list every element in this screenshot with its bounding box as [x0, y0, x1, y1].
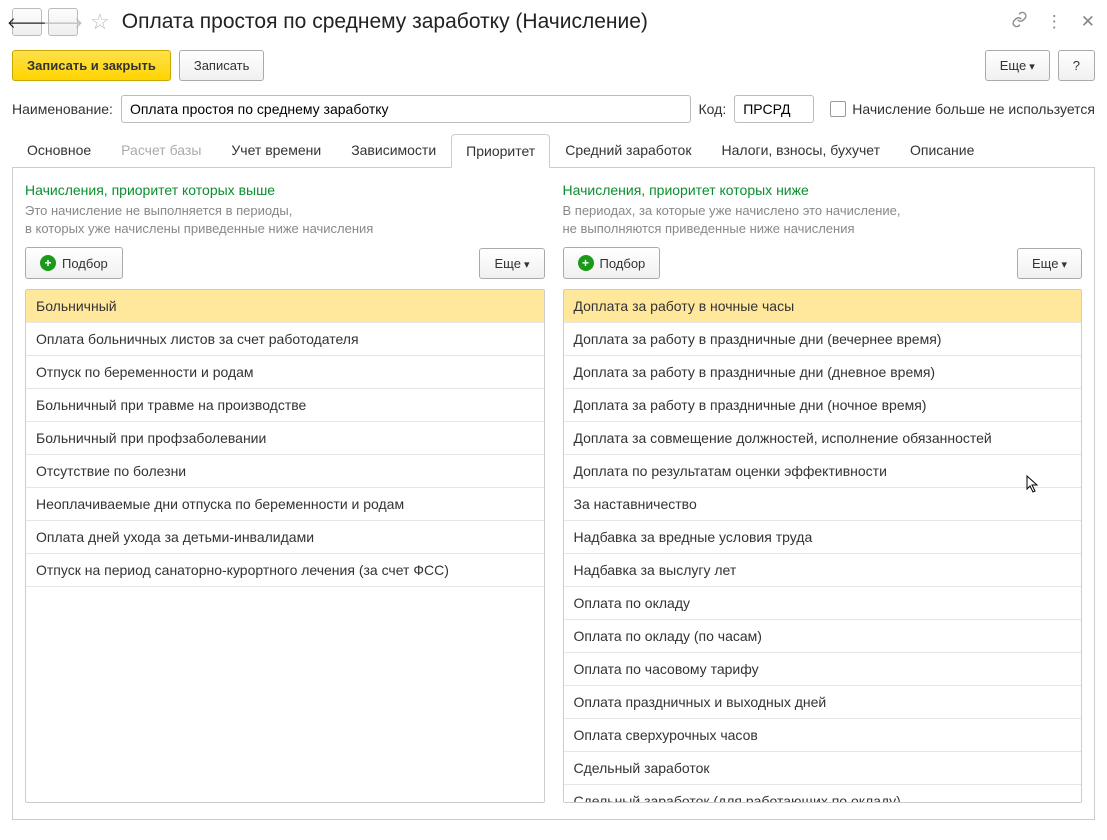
tab-6[interactable]: Налоги, взносы, бухучет: [706, 133, 895, 167]
not-used-label: Начисление больше не используется: [852, 101, 1095, 117]
page-title: Оплата простоя по среднему заработку (На…: [122, 10, 1005, 34]
list-item[interactable]: Оплата праздничных и выходных дней: [564, 686, 1082, 719]
list-item[interactable]: Оплата по часовому тарифу: [564, 653, 1082, 686]
form-row-name: Наименование: Код: Начисление больше не …: [12, 95, 1095, 133]
lower-section-title: Начисления, приоритет которых ниже: [563, 182, 1083, 198]
code-label: Код:: [699, 101, 727, 117]
main-toolbar: Записать и закрыть Записать Еще ?: [12, 46, 1095, 95]
lower-priority-column: Начисления, приоритет которых ниже В пер…: [563, 182, 1083, 803]
list-item[interactable]: Оплата по окладу (по часам): [564, 620, 1082, 653]
list-item[interactable]: Надбавка за выслугу лет: [564, 554, 1082, 587]
list-item[interactable]: Отсутствие по болезни: [26, 455, 544, 488]
higher-selection-button[interactable]: + Подбор: [25, 247, 123, 279]
list-item[interactable]: Оплата по окладу: [564, 587, 1082, 620]
plus-icon: +: [578, 255, 594, 271]
higher-list[interactable]: БольничныйОплата больничных листов за сч…: [25, 289, 545, 803]
higher-priority-column: Начисления, приоритет которых выше Это н…: [25, 182, 545, 803]
list-item[interactable]: Оплата больничных листов за счет работод…: [26, 323, 544, 356]
list-item[interactable]: Оплата сверхурочных часов: [564, 719, 1082, 752]
list-item[interactable]: Отпуск на период санаторно-курортного ле…: [26, 554, 544, 587]
more-button[interactable]: Еще: [985, 50, 1050, 81]
tab-5[interactable]: Средний заработок: [550, 133, 706, 167]
tab-3[interactable]: Зависимости: [336, 133, 451, 167]
list-item[interactable]: Доплата за работу в праздничные дни (веч…: [564, 323, 1082, 356]
tab-bar: ОсновноеРасчет базыУчет времениЗависимос…: [12, 133, 1095, 168]
list-item[interactable]: Доплата за работу в праздничные дни (ноч…: [564, 389, 1082, 422]
list-item[interactable]: Доплата за совмещение должностей, исполн…: [564, 422, 1082, 455]
lower-more-button[interactable]: Еще: [1017, 248, 1082, 279]
list-item[interactable]: Доплата за работу в праздничные дни (дне…: [564, 356, 1082, 389]
tab-7[interactable]: Описание: [895, 133, 989, 167]
list-item[interactable]: Оплата дней ухода за детьми-инвалидами: [26, 521, 544, 554]
list-item[interactable]: За наставничество: [564, 488, 1082, 521]
nav-forward-button: 🡒: [48, 8, 78, 36]
code-field[interactable]: [734, 95, 814, 123]
tab-2[interactable]: Учет времени: [216, 133, 336, 167]
list-item[interactable]: Доплата за работу в ночные часы: [564, 290, 1082, 323]
list-item[interactable]: Больничный: [26, 290, 544, 323]
list-item[interactable]: Доплата по результатам оценки эффективно…: [564, 455, 1082, 488]
lower-selection-button[interactable]: + Подбор: [563, 247, 661, 279]
tab-4[interactable]: Приоритет: [451, 134, 550, 168]
list-item[interactable]: Сдельный заработок: [564, 752, 1082, 785]
favorite-star-icon[interactable]: ☆: [84, 9, 116, 35]
link-icon[interactable]: [1011, 11, 1028, 33]
priority-pane: Начисления, приоритет которых выше Это н…: [12, 168, 1095, 820]
close-icon[interactable]: ✕: [1081, 12, 1095, 32]
write-button[interactable]: Записать: [179, 50, 265, 81]
plus-icon: +: [40, 255, 56, 271]
lower-list[interactable]: Доплата за работу в ночные часыДоплата з…: [563, 289, 1083, 803]
tab-1: Расчет базы: [106, 133, 216, 167]
list-item[interactable]: Сдельный заработок (для работающих по ок…: [564, 785, 1082, 803]
tab-0[interactable]: Основное: [12, 133, 106, 167]
titlebar: 🡐 🡒 ☆ Оплата простоя по среднему заработ…: [12, 8, 1095, 46]
higher-more-button[interactable]: Еще: [479, 248, 544, 279]
name-field[interactable]: [121, 95, 691, 123]
write-and-close-button[interactable]: Записать и закрыть: [12, 50, 171, 81]
higher-section-title: Начисления, приоритет которых выше: [25, 182, 545, 198]
list-item[interactable]: Больничный при профзаболевании: [26, 422, 544, 455]
help-button[interactable]: ?: [1058, 50, 1095, 81]
kebab-menu-icon[interactable]: ⋮: [1046, 12, 1063, 32]
list-item[interactable]: Больничный при травме на производстве: [26, 389, 544, 422]
list-item[interactable]: Надбавка за вредные условия труда: [564, 521, 1082, 554]
list-item[interactable]: Отпуск по беременности и родам: [26, 356, 544, 389]
higher-section-desc: Это начисление не выполняется в периоды,…: [25, 202, 545, 237]
name-label: Наименование:: [12, 101, 113, 117]
nav-back-button[interactable]: 🡐: [12, 8, 42, 36]
not-used-checkbox[interactable]: [830, 101, 846, 117]
lower-section-desc: В периодах, за которые уже начислено это…: [563, 202, 1083, 237]
list-item[interactable]: Неоплачиваемые дни отпуска по беременнос…: [26, 488, 544, 521]
